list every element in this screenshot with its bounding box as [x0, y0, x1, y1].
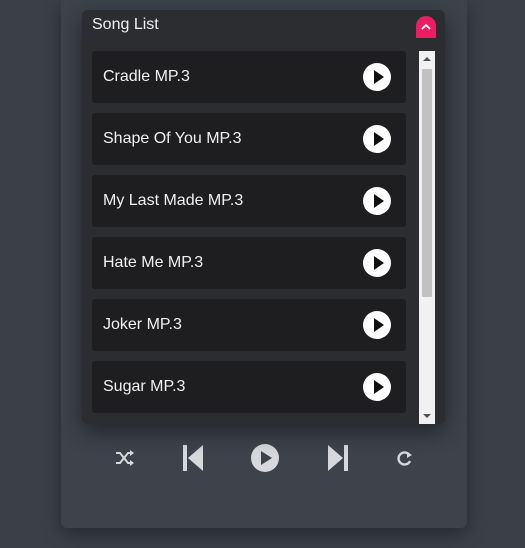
play-circle-icon[interactable]	[363, 311, 391, 339]
repeat-icon	[397, 451, 412, 466]
next-button[interactable]	[326, 438, 350, 478]
song-row[interactable]: My Last Made MP.3	[92, 175, 406, 227]
song-row[interactable]: Cradle MP.3	[92, 51, 406, 103]
previous-button[interactable]	[181, 438, 205, 478]
music-player-app: Cradle MP.3 0	[0, 0, 525, 548]
arrow-down-icon	[423, 414, 431, 418]
collapse-button[interactable]	[416, 16, 436, 38]
song-list: Cradle MP.3 Shape Of You MP.3 My Last Ma…	[92, 51, 406, 414]
song-name: Joker MP.3	[103, 316, 182, 333]
song-row[interactable]: Hate Me MP.3	[92, 237, 406, 289]
song-row[interactable]: Shape Of You MP.3	[92, 113, 406, 165]
shuffle-button[interactable]	[114, 438, 136, 478]
scrollbar-thumb[interactable]	[422, 69, 432, 297]
arrow-up-icon	[423, 57, 431, 61]
scroll-up-button[interactable]	[419, 51, 435, 67]
song-name: Shape Of You MP.3	[103, 130, 242, 147]
song-row[interactable]: Sugar MP.3	[92, 361, 406, 413]
song-name: Hate Me MP.3	[103, 254, 204, 271]
song-name: Cradle MP.3	[103, 68, 190, 85]
chevron-up-icon	[421, 23, 431, 30]
shuffle-icon	[116, 450, 134, 466]
play-circle-icon[interactable]	[363, 249, 391, 277]
scroll-down-button[interactable]	[419, 408, 435, 424]
play-button[interactable]	[249, 438, 281, 478]
scrollbar[interactable]	[419, 51, 435, 424]
play-circle-icon[interactable]	[363, 125, 391, 153]
song-list-panel: Song List Cradle MP.3 Shape Of You MP.3 …	[82, 10, 445, 424]
skip-previous-icon	[183, 445, 203, 471]
play-circle-icon[interactable]	[363, 187, 391, 215]
skip-next-icon	[328, 445, 348, 471]
play-circle-icon	[251, 444, 279, 472]
play-circle-icon[interactable]	[363, 63, 391, 91]
panel-title: Song List	[92, 16, 159, 33]
repeat-button[interactable]	[396, 438, 414, 478]
song-name: Sugar MP.3	[103, 378, 186, 395]
playback-controls	[0, 438, 525, 478]
play-circle-icon[interactable]	[363, 373, 391, 401]
song-name: My Last Made MP.3	[103, 192, 244, 209]
song-row[interactable]: Joker MP.3	[92, 299, 406, 351]
